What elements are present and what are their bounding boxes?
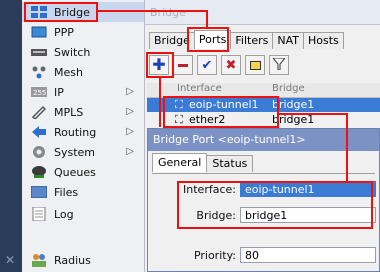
sidebar-item-mesh[interactable]: Mesh	[22, 62, 144, 82]
dialog-title: Bridge Port <eoip-tunnel1>	[148, 129, 379, 151]
queues-icon	[31, 165, 47, 179]
comment-icon	[249, 60, 261, 70]
disable-button[interactable]: ✖	[221, 55, 241, 75]
sidebar-item-log[interactable]: Log	[22, 204, 144, 224]
highlight-box	[146, 52, 174, 78]
sidebar-item-label: Files	[54, 185, 79, 199]
switch-icon	[31, 45, 47, 59]
sidebar-item-label: IP	[54, 85, 64, 99]
highlight-line	[97, 10, 207, 12]
sidebar-menu: ✕ Bridge PPP Switch Mesh 255 IP ▷ MPLS ▷…	[0, 0, 145, 272]
system-icon	[31, 145, 47, 159]
highlight-line	[346, 113, 348, 183]
enable-icon: ✔	[201, 57, 213, 73]
close-icon[interactable]: ✕	[5, 253, 15, 267]
highlight-box	[163, 96, 279, 128]
tab-status[interactable]: Status	[206, 155, 254, 172]
highlight-line	[159, 77, 161, 127]
highlight-line	[206, 10, 208, 28]
routing-icon	[31, 125, 47, 139]
files-icon	[31, 185, 47, 199]
window-titlebar: Bridge	[145, 0, 380, 25]
sidebar-item-system[interactable]: System ▷	[22, 142, 144, 162]
svg-text:255: 255	[33, 89, 46, 97]
sidebar-item-mpls[interactable]: MPLS ▷	[22, 102, 144, 122]
filter-icon	[271, 57, 287, 73]
sidebar-item-label: Log	[54, 207, 74, 221]
submenu-arrow-icon: ▷	[126, 126, 134, 137]
sidebar-item-label: Routing	[54, 125, 97, 139]
tab-nat[interactable]: NAT	[272, 32, 305, 49]
window-tabs: Bridge Ports Filters NAT Hosts	[149, 30, 344, 50]
priority-label: Priority:	[193, 249, 236, 262]
sidebar-item-label: System	[54, 145, 96, 159]
highlight-box	[187, 27, 229, 52]
dialog-tabs: General Status	[152, 153, 254, 172]
enable-button[interactable]: ✔	[197, 55, 217, 75]
ip-icon: 255	[31, 85, 47, 99]
sidebar-item-radius[interactable]: Radius	[22, 250, 144, 270]
priority-field[interactable]: 80	[240, 247, 376, 263]
sidebar-item-ip[interactable]: 255 IP ▷	[22, 82, 144, 102]
sidebar-item-switch[interactable]: Switch	[22, 42, 144, 62]
submenu-arrow-icon: ▷	[126, 106, 134, 117]
mesh-icon	[31, 65, 47, 79]
filter-button[interactable]	[269, 55, 289, 75]
column-header-bridge[interactable]: Bridge	[272, 83, 305, 94]
mpls-icon	[31, 105, 47, 119]
tab-filters[interactable]: Filters	[230, 32, 274, 49]
sidebar-strip: ✕	[0, 0, 22, 272]
sidebar-item-files[interactable]: Files	[22, 182, 144, 202]
radius-icon	[31, 253, 47, 267]
highlight-box	[177, 181, 373, 229]
sidebar-item-label: Radius	[54, 253, 91, 267]
tab-general[interactable]: General	[152, 153, 208, 172]
sidebar-item-label: Queues	[54, 165, 96, 179]
highlight-line	[278, 113, 348, 115]
comment-button[interactable]	[245, 55, 265, 75]
window-title: Bridge	[150, 6, 186, 19]
sidebar-item-queues[interactable]: Queues	[22, 162, 144, 182]
submenu-arrow-icon: ▷	[126, 86, 134, 97]
sidebar-item-routing[interactable]: Routing ▷	[22, 122, 144, 142]
disable-icon: ✖	[225, 57, 237, 73]
sidebar-item-label: Switch	[54, 45, 91, 59]
remove-button[interactable]	[173, 55, 193, 75]
highlight-box	[24, 2, 98, 22]
remove-icon	[178, 63, 188, 67]
sidebar-item-ppp[interactable]: PPP	[22, 22, 144, 42]
submenu-arrow-icon: ▷	[126, 146, 134, 157]
tab-hosts[interactable]: Hosts	[303, 32, 344, 49]
sidebar-item-label: PPP	[54, 25, 74, 39]
ppp-icon	[31, 25, 47, 39]
column-header-interface[interactable]: Interface	[177, 83, 222, 94]
sidebar-item-label: Mesh	[54, 65, 83, 79]
sidebar-item-label: MPLS	[54, 105, 84, 119]
log-icon	[31, 207, 47, 221]
